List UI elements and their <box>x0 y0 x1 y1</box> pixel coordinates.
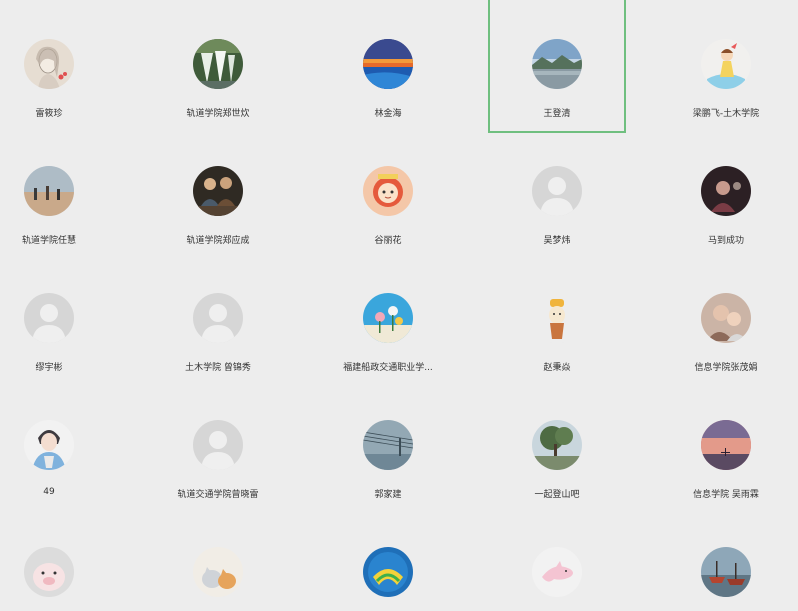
contact-item[interactable]: 王登清 <box>488 0 626 133</box>
illustrated-boy-avatar <box>24 420 74 470</box>
contact-item[interactable]: 轨道交通学院曾晓雷 <box>149 381 287 514</box>
contact-item[interactable]: 赵秉焱 <box>488 254 626 387</box>
contact-name: 梁鹏飞-土木学院 <box>692 109 760 119</box>
sketch-portrait-avatar <box>24 39 74 89</box>
default-user-avatar <box>24 293 74 343</box>
contact-name: 信息学院张茂娟 <box>694 363 758 373</box>
school-logo-avatar <box>363 547 413 597</box>
contact-item[interactable]: 轨道学院郑应成 <box>149 127 287 260</box>
contact-item[interactable]: 雷筱珍 <box>0 0 118 133</box>
cats-avatar <box>193 547 243 597</box>
dusk-sky-avatar <box>701 420 751 470</box>
contact-name: 信息学院 吴雨霖 <box>693 490 759 500</box>
contact-name: 林金海 <box>374 109 402 119</box>
contact-item[interactable]: 信息学院张茂娟 <box>657 254 795 387</box>
contact-name: 轨道学院任慧 <box>21 236 76 246</box>
contact-item[interactable]: 信息学院 吴雨霖 <box>657 381 795 514</box>
pink-dolphin-avatar <box>532 547 582 597</box>
contact-name: 轨道交通学院曾晓雷 <box>177 490 259 500</box>
contact-item[interactable]: 49 <box>0 381 118 514</box>
group-photo-avatar <box>193 166 243 216</box>
contact-item[interactable] <box>149 508 287 611</box>
contact-grid: 雷筱珍 轨道学院郑世炊 林金海 王登清 梁鹏飞-土木学院轨道学院任慧 轨道学院郑应成 谷丽花… <box>0 0 798 611</box>
contact-item[interactable]: 一起登山吧 <box>488 381 626 514</box>
contact-name: 轨道学院郑世炊 <box>186 109 250 119</box>
beach-people-avatar <box>24 166 74 216</box>
contact-name: 王登清 <box>543 109 571 119</box>
contact-item[interactable]: 郭家建 <box>319 381 457 514</box>
contact-item[interactable] <box>319 508 457 611</box>
cartoon-duck-avatar <box>532 293 582 343</box>
cartoon-lion-avatar <box>363 166 413 216</box>
default-user-avatar <box>532 166 582 216</box>
contact-item[interactable]: 轨道学院任慧 <box>0 127 118 260</box>
contact-name: 一起登山吧 <box>534 490 580 500</box>
cartoon-pig-avatar <box>24 547 74 597</box>
flowers-sky-avatar <box>363 293 413 343</box>
contact-name: 土木学院 曾锦秀 <box>185 363 251 373</box>
contact-name: 福建船政交通职业学... <box>343 363 433 373</box>
cartoon-girl-avatar <box>701 39 751 89</box>
contact-name: 赵秉焱 <box>543 363 571 373</box>
power-lines-avatar <box>363 420 413 470</box>
waterfall-avatar <box>193 39 243 89</box>
contact-item[interactable]: 土木学院 曾锦秀 <box>149 254 287 387</box>
contact-item[interactable]: 福建船政交通职业学... <box>319 254 457 387</box>
contact-item[interactable]: 马到成功 <box>657 127 795 260</box>
contact-item[interactable]: 吴梦炜 <box>488 127 626 260</box>
contact-item[interactable]: 林金海 <box>319 0 457 133</box>
contact-name: 吴梦炜 <box>543 236 571 246</box>
contact-item[interactable] <box>657 508 795 611</box>
contact-name: 谷丽花 <box>374 236 402 246</box>
contact-name: 郭家建 <box>374 490 402 500</box>
default-user-avatar <box>193 293 243 343</box>
contact-name: 轨道学院郑应成 <box>186 236 250 246</box>
contact-name: 49 <box>43 487 55 497</box>
sunset-sea-avatar <box>363 39 413 89</box>
tree-landscape-avatar <box>532 420 582 470</box>
contact-item[interactable]: 梁鹏飞-土木学院 <box>657 0 795 133</box>
contact-name: 雷筱珍 <box>35 109 63 119</box>
default-user-avatar <box>193 420 243 470</box>
contact-item[interactable] <box>0 508 118 611</box>
contact-item[interactable]: 轨道学院郑世炊 <box>149 0 287 133</box>
contact-name: 缪宇彬 <box>35 363 63 373</box>
contact-item[interactable] <box>488 508 626 611</box>
harbor-boats-avatar <box>701 547 751 597</box>
lake-mountain-avatar <box>532 39 582 89</box>
mother-child-avatar <box>701 293 751 343</box>
contact-item[interactable]: 缪宇彬 <box>0 254 118 387</box>
contact-item[interactable]: 谷丽花 <box>319 127 457 260</box>
night-photo-avatar <box>701 166 751 216</box>
contact-name: 马到成功 <box>707 236 744 246</box>
